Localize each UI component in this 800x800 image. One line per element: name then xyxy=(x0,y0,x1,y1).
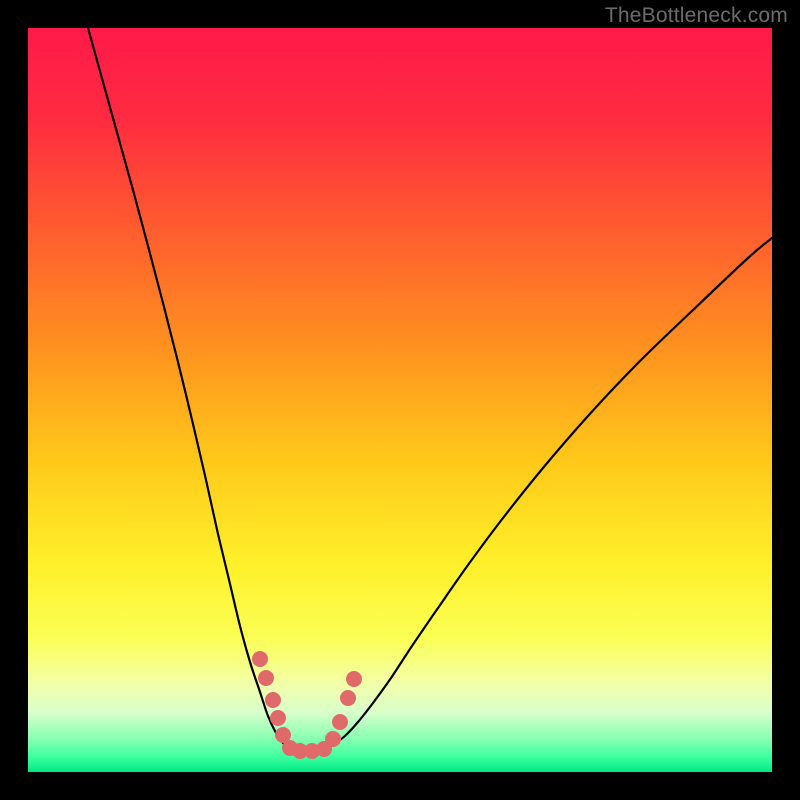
marker-point xyxy=(332,714,348,730)
chart-frame: TheBottleneck.com xyxy=(0,0,800,800)
watermark-text: TheBottleneck.com xyxy=(605,4,788,28)
marker-point xyxy=(325,731,341,747)
marker-point xyxy=(340,690,356,706)
gradient-background xyxy=(28,28,772,772)
marker-point xyxy=(270,710,286,726)
marker-point xyxy=(265,692,281,708)
marker-point xyxy=(252,651,268,667)
chart-svg xyxy=(28,28,772,772)
plot-area xyxy=(28,28,772,772)
marker-point xyxy=(346,671,362,687)
marker-point xyxy=(258,670,274,686)
